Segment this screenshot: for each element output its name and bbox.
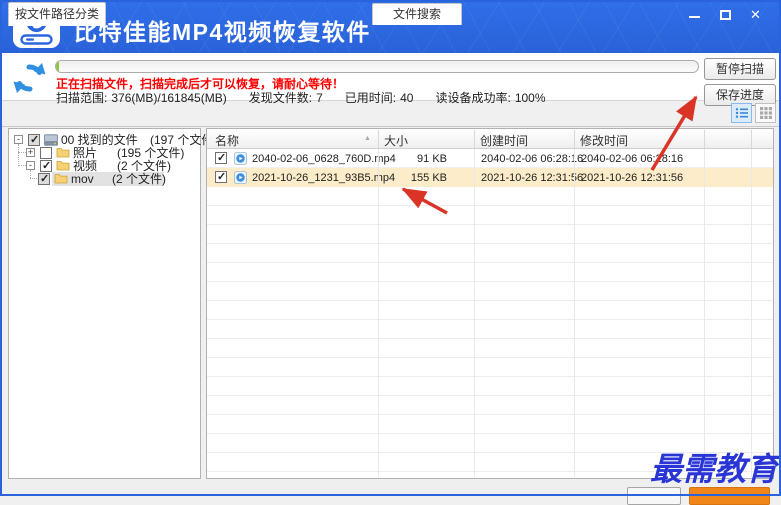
app-title: 比特佳能MP4视频恢复软件: [74, 19, 371, 45]
tab-file-search[interactable]: 文件搜索: [372, 3, 462, 25]
thumbnail-view-icon: [759, 107, 772, 119]
file-created-time: 2021-10-26 12:31:56: [481, 172, 584, 184]
file-size: 91 KB: [417, 153, 447, 165]
tree-item-count: (2 个文件): [117, 159, 172, 173]
mp4-file-icon: [234, 171, 247, 187]
tree-checkbox[interactable]: [28, 133, 40, 147]
tree-item-label: mov: [71, 172, 94, 186]
stat-scan-range: 扫描范围: 376(MB)/161845(MB): [56, 91, 227, 105]
folder-icon: [54, 173, 68, 187]
tab-by-file-path[interactable]: 按文件路径分类: [8, 2, 106, 26]
maximize-button[interactable]: [718, 7, 734, 23]
file-name: 2021-10-26_1231_93B5.mp4: [252, 172, 396, 184]
tree-item-videos[interactable]: - 视频 (2 个文件): [9, 159, 200, 173]
file-checkbox[interactable]: [215, 151, 227, 164]
column-header-size[interactable]: 大小: [384, 132, 408, 149]
column-header-name[interactable]: 名称: [215, 132, 239, 149]
file-row-highlighted[interactable]: 2021-10-26_1231_93B5.mp4 155 KB 2021-10-…: [207, 168, 773, 187]
column-header-created[interactable]: 创建时间: [480, 132, 528, 149]
minimize-icon: [689, 16, 700, 18]
tree-checkbox[interactable]: [40, 147, 52, 159]
scan-progress-fill: [56, 61, 59, 72]
tree-item-photos[interactable]: + 照片 (195 个文件): [9, 146, 200, 160]
tree-item-count: (195 个文件): [117, 146, 185, 160]
file-list-panel: 名称 ▲ 大小 创建时间 修改时间 2040-02-06_0628_760D.m…: [206, 128, 774, 479]
stat-elapsed-time: 已用时间: 40: [344, 91, 414, 105]
file-modified-time: 2021-10-26 12:31:56: [581, 172, 684, 184]
mp4-file-icon: [234, 152, 247, 168]
tree-checkbox[interactable]: [38, 172, 50, 186]
header-divider: [378, 130, 379, 148]
tree-item-mov-selected[interactable]: mov (2 个文件): [9, 172, 200, 186]
column-divider: [704, 149, 705, 477]
column-header-modified[interactable]: 修改时间: [580, 132, 628, 149]
expand-expander-icon[interactable]: +: [26, 148, 35, 157]
minimize-button[interactable]: [687, 7, 703, 23]
sort-ascending-icon: ▲: [364, 135, 371, 142]
watermark-text: 最需教育: [650, 450, 779, 488]
window-controls: ✕: [687, 7, 765, 23]
file-checkbox[interactable]: [215, 170, 227, 183]
header-divider: [574, 130, 575, 148]
close-button[interactable]: ✕: [749, 7, 765, 23]
file-modified-time: 2040-02-06 06:28:16: [581, 153, 684, 165]
column-divider: [474, 149, 475, 477]
thumbnail-view-button[interactable]: [755, 103, 776, 123]
tree-item-label: 视频: [73, 159, 98, 173]
empty-grid-rows: [207, 187, 773, 477]
file-row[interactable]: 2040-02-06_0628_760D.mp4 91 KB 2040-02-0…: [207, 149, 773, 168]
list-view-button[interactable]: [731, 103, 752, 123]
tree-checkbox[interactable]: [40, 159, 52, 173]
view-toggles: [731, 103, 776, 123]
header-divider: [751, 130, 752, 148]
recycle-icon: [11, 59, 48, 97]
pause-scan-button[interactable]: 暂停扫描: [704, 58, 776, 80]
file-created-time: 2040-02-06 06:28:16: [481, 153, 584, 165]
column-divider: [574, 149, 575, 477]
list-view-icon: [735, 108, 748, 118]
folder-tree-panel: - 00 找到的文件 (197 个文件) + 照片 (195 个文件) - 视频…: [8, 128, 217, 479]
column-divider: [378, 149, 379, 477]
file-size: 155 KB: [410, 172, 447, 184]
file-name: 2040-02-06_0628_760D.mp4: [252, 153, 396, 165]
table-header: 名称 ▲ 大小 创建时间 修改时间: [207, 129, 773, 149]
collapse-expander-icon[interactable]: -: [26, 161, 35, 170]
scan-progress-bar: [55, 60, 699, 73]
tree-item-count: (2 个文件): [112, 172, 167, 186]
header-divider: [704, 130, 705, 148]
column-divider: [751, 149, 752, 477]
stat-read-success-rate: 读设备成功率: 100%: [435, 91, 546, 105]
close-icon: ✕: [750, 7, 761, 22]
collapse-expander-icon[interactable]: -: [14, 135, 23, 144]
tree-item-found-files[interactable]: - 00 找到的文件 (197 个文件): [9, 133, 217, 147]
tree-item-label: 00 找到的文件: [61, 133, 138, 147]
stat-files-found: 发现文件数: 7: [248, 91, 323, 105]
tree-item-label: 照片: [73, 146, 98, 160]
header-divider: [474, 130, 475, 148]
maximize-icon: [720, 10, 731, 20]
scan-statistics: 扫描范围: 376(MB)/161845(MB) 发现文件数: 7 已用时间: 40 …: [56, 89, 546, 106]
